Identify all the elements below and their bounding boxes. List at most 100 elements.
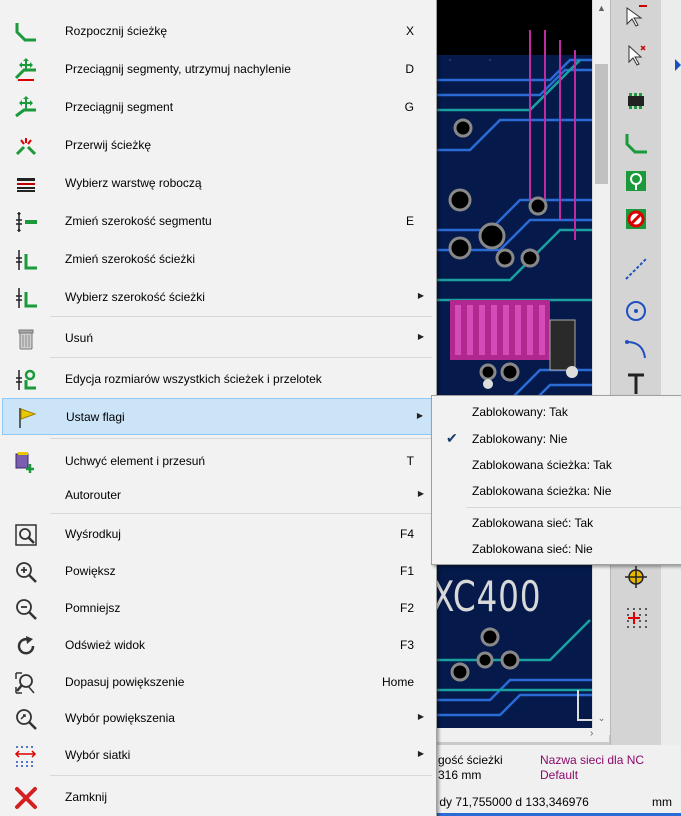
- submenu-arrow-icon: ▶: [417, 332, 424, 341]
- menu-item-autorouter[interactable]: Autorouter ▶: [2, 477, 434, 514]
- edit-sizes-icon: [14, 368, 38, 392]
- menu-separator: [50, 357, 432, 358]
- segment-width-icon: [14, 210, 38, 234]
- menu-item-grab-move[interactable]: Uchwyć element i przesuń T: [2, 443, 434, 480]
- submenu-arrow-icon: ▶: [417, 489, 424, 498]
- menu-item-shortcut: E: [405, 214, 414, 228]
- draw-arc-icon[interactable]: [621, 334, 651, 364]
- menu-item-label: Usuń: [65, 331, 94, 345]
- submenu-arrow-icon: ▶: [417, 749, 424, 758]
- menu-item-break-track[interactable]: Przerwij ścieżkę: [2, 127, 434, 164]
- menu-item-label: Wyśrodkuj: [65, 527, 121, 541]
- menu-item-label: Zmień szerokość ścieżki: [65, 252, 196, 266]
- submenu-item-net-locked-yes[interactable]: Zablokowana sieć: Tak: [434, 510, 681, 535]
- netclass-value: Default: [540, 768, 579, 782]
- close-icon: [14, 786, 38, 810]
- submenu-item-locked-no[interactable]: ✔ Zablokowany: Nie: [434, 426, 681, 451]
- menu-item-label: Przeciągnij segment: [65, 100, 174, 114]
- pcb-canvas[interactable]: XC400: [430, 0, 598, 735]
- grab-move-icon: [14, 450, 38, 474]
- menu-item-select-layer[interactable]: Wybierz warstwę roboczą: [2, 165, 434, 202]
- part-reference-text: XC400: [432, 572, 542, 621]
- scroll-down-icon[interactable]: ⌄: [593, 710, 610, 727]
- select-width-icon: [14, 286, 38, 310]
- expand-arrow-icon[interactable]: [661, 45, 681, 105]
- menu-item-label: Wybierz warstwę roboczą: [65, 176, 202, 190]
- horizontal-scrollbar[interactable]: ›: [430, 728, 609, 742]
- menu-separator: [50, 316, 432, 317]
- menu-item-label: Powiększ: [65, 564, 116, 578]
- menu-item-shortcut: F1: [399, 564, 414, 578]
- scroll-right-icon[interactable]: ›: [590, 728, 593, 739]
- submenu-item-label: Zablokowany: Tak: [472, 405, 568, 419]
- menu-item-refresh[interactable]: Odśwież widok F3: [2, 627, 434, 664]
- scroll-up-icon[interactable]: ▲: [593, 0, 610, 17]
- route-track-icon: [14, 20, 38, 44]
- add-footprint-icon[interactable]: [621, 86, 651, 116]
- submenu-item-net-locked-no[interactable]: Zablokowana sieć: Nie: [434, 536, 681, 561]
- add-via-icon[interactable]: [621, 166, 651, 196]
- highlight-net-icon[interactable]: [621, 40, 651, 70]
- scrollbar-thumb[interactable]: [595, 64, 608, 184]
- units-label: mm: [652, 795, 672, 809]
- checkmark-icon: ✔: [446, 430, 458, 446]
- add-text-icon[interactable]: [621, 368, 651, 398]
- menu-item-label: Pomniejsz: [65, 601, 121, 615]
- zoom-fit-icon: [14, 671, 38, 695]
- refresh-icon: [14, 634, 38, 658]
- submenu-arrow-icon: ▶: [416, 411, 423, 420]
- menu-item-drag-segment[interactable]: Przeciągnij segment G: [2, 89, 434, 126]
- menu-item-label: Wybierz szerokość ścieżki: [65, 290, 205, 304]
- menu-item-segment-width[interactable]: Zmień szerokość segmentu E: [2, 203, 434, 240]
- vertical-scrollbar[interactable]: ▲ ⌄: [592, 0, 610, 735]
- menu-item-start-track[interactable]: Rozpocznij ścieżkę X: [2, 13, 434, 50]
- menu-item-track-width[interactable]: Zmień szerokość ścieżki: [2, 241, 434, 278]
- set-origin-icon[interactable]: [621, 562, 651, 592]
- flag-icon: [15, 406, 39, 430]
- netclass-label: Nazwa sieci dla NC: [540, 753, 645, 767]
- menu-item-shortcut: G: [404, 100, 414, 114]
- menu-item-shortcut: X: [405, 24, 414, 38]
- menu-separator: [50, 775, 432, 776]
- menu-item-shortcut: D: [405, 62, 414, 76]
- menu-item-edit-all-sizes[interactable]: Edycja rozmiarów wszystkich ścieżek i pr…: [2, 361, 434, 398]
- menu-item-zoom-in[interactable]: Powiększ F1: [2, 553, 434, 590]
- center-icon: [14, 523, 38, 547]
- draw-circle-icon[interactable]: [621, 296, 651, 326]
- submenu-arrow-icon: ▶: [417, 712, 424, 721]
- menu-item-label: Rozpocznij ścieżkę: [65, 24, 168, 38]
- cursor-coordinates: ) dy 71,755000 d 133,346976: [432, 795, 589, 809]
- menu-item-set-flags[interactable]: Ustaw flagi ▶: [2, 398, 434, 435]
- menu-item-close[interactable]: Zamknij: [2, 779, 434, 816]
- layers-icon: [14, 172, 38, 196]
- menu-item-grid-select[interactable]: Wybór siatki ▶: [2, 737, 434, 774]
- keepout-zone-icon[interactable]: [621, 204, 651, 234]
- menu-item-zoom-out[interactable]: Pomniejsz F2: [2, 590, 434, 627]
- zoom-in-icon: [14, 560, 38, 584]
- menu-item-zoom-fit[interactable]: Dopasuj powiększenie Home: [2, 664, 434, 701]
- menu-item-shortcut: F2: [399, 601, 414, 615]
- menu-item-delete[interactable]: Usuń ▶: [2, 320, 434, 357]
- submenu-item-track-locked-no[interactable]: Zablokowana ścieżka: Nie: [434, 478, 681, 503]
- drag-track-icon: [14, 58, 38, 82]
- context-menu: Rozpocznij ścieżkę X Przeciągnij segment…: [0, 0, 437, 816]
- submenu-item-locked-yes[interactable]: Zablokowany: Tak: [434, 399, 681, 424]
- submenu-item-label: Zablokowana ścieżka: Nie: [472, 484, 612, 498]
- pcb-traces: [430, 0, 598, 735]
- submenu-item-track-locked-yes[interactable]: Zablokowana ścieżka: Tak: [434, 452, 681, 477]
- flags-submenu: Zablokowany: Tak ✔ Zablokowany: Nie Zabl…: [431, 395, 681, 565]
- select-tool-icon[interactable]: [621, 2, 651, 32]
- draw-line-icon[interactable]: [621, 254, 651, 284]
- grid-origin-icon[interactable]: [621, 602, 651, 632]
- route-tracks-icon[interactable]: [621, 128, 651, 158]
- menu-item-shortcut: Home: [381, 675, 414, 689]
- menu-item-label: Autorouter: [65, 488, 122, 502]
- trash-icon: [14, 327, 38, 351]
- menu-item-select-track-width[interactable]: Wybierz szerokość ścieżki ▶: [2, 279, 434, 316]
- menu-item-label: Edycja rozmiarów wszystkich ścieżek i pr…: [65, 372, 322, 386]
- menu-item-center[interactable]: Wyśrodkuj F4: [2, 516, 434, 553]
- menu-item-zoom-select[interactable]: Wybór powiększenia ▶: [2, 700, 434, 737]
- menu-item-drag-segments[interactable]: Przeciągnij segmenty, utrzymuj nachyleni…: [2, 51, 434, 88]
- submenu-item-label: Zablokowana sieć: Nie: [472, 542, 593, 556]
- zoom-select-icon: [14, 707, 38, 731]
